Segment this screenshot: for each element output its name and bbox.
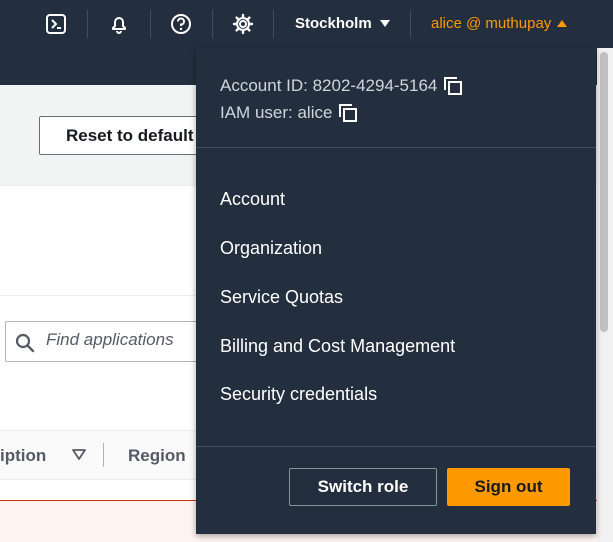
region-selector[interactable]: Stockholm — [295, 15, 390, 32]
switch-role-button[interactable]: Switch role — [289, 468, 437, 506]
menu-divider — [196, 147, 596, 148]
nav-divider — [212, 10, 213, 38]
copy-icon[interactable] — [443, 76, 463, 96]
menu-item-organization[interactable]: Organization — [220, 238, 322, 259]
iam-user-row: IAM user: alice — [220, 103, 358, 123]
help-icon[interactable] — [169, 12, 193, 36]
nav-divider — [150, 10, 151, 38]
menu-divider — [196, 446, 596, 447]
sort-caret-icon[interactable] — [72, 449, 86, 461]
scrollbar-thumb[interactable] — [600, 52, 608, 332]
settings-gear-icon[interactable] — [231, 12, 255, 36]
column-header-description[interactable]: iption — [0, 446, 46, 466]
copy-icon[interactable] — [338, 103, 358, 123]
top-navigation-bar: Stockholm alice @ muthupay — [0, 0, 613, 48]
menu-item-service-quotas[interactable]: Service Quotas — [220, 287, 343, 308]
nav-divider — [273, 10, 274, 38]
notifications-bell-icon[interactable] — [107, 12, 131, 36]
menu-item-security-credentials[interactable]: Security credentials — [220, 384, 377, 405]
menu-item-billing[interactable]: Billing and Cost Management — [220, 336, 455, 357]
search-icon — [15, 333, 35, 353]
account-label: alice @ muthupay — [431, 15, 552, 32]
column-header-region[interactable]: Region — [128, 446, 186, 466]
iam-user-text: IAM user: alice — [220, 103, 333, 122]
account-dropdown-menu: Account ID: 8202-4294-5164 IAM user: ali… — [196, 48, 596, 534]
caret-down-icon — [379, 20, 390, 27]
account-id-text: Account ID: 8202-4294-5164 — [220, 76, 438, 95]
column-divider — [103, 443, 104, 467]
nav-divider — [87, 10, 88, 38]
nav-divider — [410, 10, 411, 38]
account-menu-toggle[interactable]: alice @ muthupay — [431, 15, 568, 32]
account-id-row: Account ID: 8202-4294-5164 — [220, 76, 463, 96]
cloudshell-icon[interactable] — [44, 12, 68, 36]
menu-item-account[interactable]: Account — [220, 189, 285, 210]
search-input[interactable] — [46, 330, 216, 350]
caret-up-icon — [557, 20, 568, 27]
region-label: Stockholm — [295, 15, 372, 32]
sign-out-button[interactable]: Sign out — [447, 468, 570, 506]
search-field[interactable] — [5, 321, 225, 362]
